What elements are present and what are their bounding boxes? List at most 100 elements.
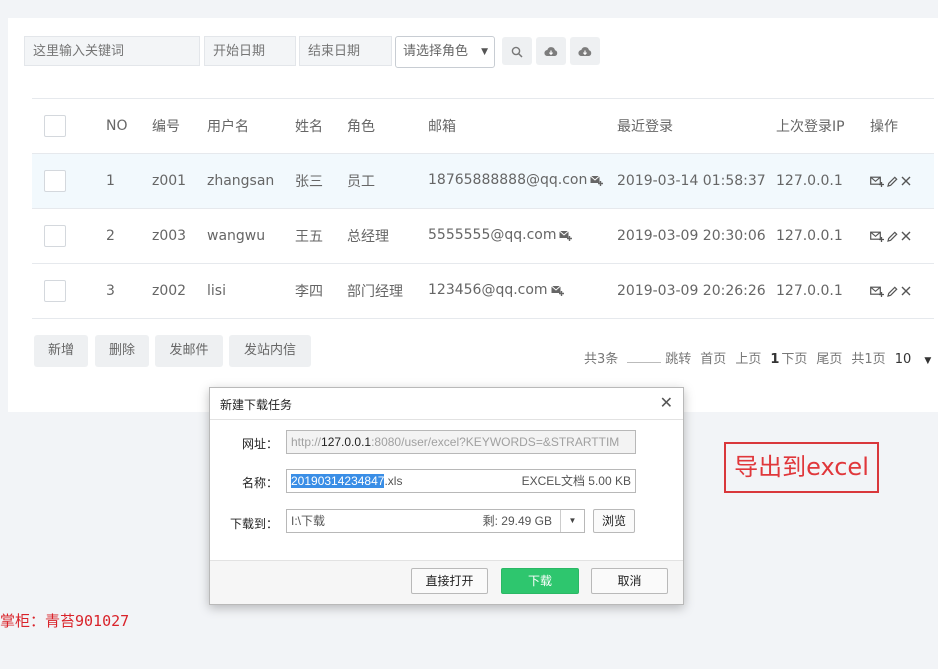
pagination: 共3条 跳转 首页 上页 1 下页 尾页 共1页 10 ▼: [584, 348, 938, 367]
cell-no: 2: [106, 228, 115, 244]
cell-role: 员工: [347, 174, 375, 190]
table-header-row: NO 编号 用户名 姓名 角色 邮箱 最近登录 上次登录IP 操作: [32, 98, 934, 154]
cell-name: 李四: [295, 284, 323, 300]
cell-actions: [870, 154, 934, 209]
cell-last-login: 2019-03-14 01:58:37: [617, 173, 766, 189]
url-host: 127.0.0.1: [321, 435, 372, 449]
cell-code: z002: [152, 283, 187, 299]
row-checkbox[interactable]: [44, 225, 66, 247]
pager-last[interactable]: 尾页: [816, 348, 842, 367]
cell-ip: 127.0.0.1: [776, 283, 843, 299]
send-mail-icon[interactable]: [550, 284, 564, 300]
pencil-icon[interactable]: [887, 175, 898, 187]
pager-current: 1: [770, 352, 780, 367]
row-checkbox[interactable]: [44, 280, 66, 302]
table-row[interactable]: 3 z002 lisi 李四 部门经理 123456@qq.com 2019-0…: [32, 264, 934, 319]
chevron-down-icon[interactable]: ▼: [560, 510, 584, 532]
close-icon[interactable]: [901, 231, 911, 241]
caret-down-icon: ▼: [924, 356, 932, 366]
mail-plus-icon[interactable]: [870, 286, 884, 297]
send-mail-icon[interactable]: [590, 174, 604, 190]
pager-next[interactable]: 下页: [781, 348, 807, 367]
select-all-checkbox[interactable]: [44, 115, 66, 137]
pager-pages: 共1页: [851, 352, 886, 367]
cell-name: 张三: [295, 174, 323, 190]
col-header-last-login: 最近登录: [617, 119, 673, 135]
cell-email: 123456@qq.com: [428, 264, 617, 319]
search-button[interactable]: [502, 37, 532, 65]
cell-username: wangwu: [207, 228, 266, 244]
mail-plus-icon[interactable]: [870, 231, 884, 242]
role-select[interactable]: 请选择角色 ▼: [395, 36, 495, 68]
role-select-value: 请选择角色: [403, 44, 469, 59]
save-path: I:\下载: [291, 514, 326, 528]
col-header-actions: 操作: [870, 119, 898, 135]
email-text: 123456@qq.com: [428, 282, 548, 298]
mail-plus-icon[interactable]: [870, 176, 884, 187]
cell-username: zhangsan: [207, 173, 275, 189]
filename-selected: 20190314234847: [291, 474, 385, 488]
cell-role: 部门经理: [347, 284, 403, 300]
close-icon[interactable]: [901, 176, 911, 186]
save-to-label: 下载到：: [229, 517, 278, 531]
user-table: NO 编号 用户名 姓名 角色 邮箱 最近登录 上次登录IP 操作 1 z001…: [32, 98, 934, 319]
download-button[interactable]: 下载: [501, 568, 579, 594]
page-size-value: 10: [894, 352, 912, 367]
pencil-icon[interactable]: [887, 230, 898, 242]
cell-actions: [870, 264, 934, 319]
dialog-body: 网址： http://127.0.0.1:8080/user/excel?KEY…: [210, 419, 683, 560]
add-button[interactable]: 新增: [34, 335, 88, 367]
cell-ip: 127.0.0.1: [776, 173, 843, 189]
cell-no: 1: [106, 173, 115, 189]
dialog-footer: 直接打开 下载 取消: [210, 560, 683, 604]
cell-email: 18765888888@qq.con: [428, 154, 617, 209]
end-date-input[interactable]: [299, 36, 392, 66]
annotation-label: 导出到excel: [724, 442, 879, 493]
save-path-field[interactable]: I:\下载 剩: 29.49 GB ▼: [286, 509, 585, 533]
col-header-username: 用户名: [207, 119, 249, 135]
page-size-select[interactable]: 10 ▼: [895, 352, 938, 367]
send-message-button[interactable]: 发站内信: [229, 335, 311, 367]
pager-first[interactable]: 首页: [700, 348, 726, 367]
cell-last-login: 2019-03-09 20:30:06: [617, 228, 766, 244]
user-management-panel: 请选择角色 ▼ NO 编号 用户名 姓名 角色 邮箱 最近登录: [8, 18, 938, 412]
cloud-download-icon: [544, 47, 558, 57]
browse-button[interactable]: 浏览: [593, 509, 635, 533]
send-mail-button[interactable]: 发邮件: [155, 335, 223, 367]
keyword-input[interactable]: [24, 36, 200, 66]
pager-prev[interactable]: 上页: [735, 348, 761, 367]
email-text: 5555555@qq.com: [428, 227, 557, 243]
open-direct-button[interactable]: 直接打开: [411, 568, 488, 594]
filename-field[interactable]: 20190314234847.xls EXCEL文档 5.00 KB: [286, 469, 636, 493]
start-date-input[interactable]: [204, 36, 296, 66]
export-button-2[interactable]: [570, 37, 600, 65]
url-field[interactable]: http://127.0.0.1:8080/user/excel?KEYWORD…: [286, 430, 636, 454]
row-checkbox[interactable]: [44, 170, 66, 192]
pager-jump-input[interactable]: [627, 351, 662, 363]
free-space: 剩: 29.49 GB: [482, 514, 552, 528]
close-icon[interactable]: ✕: [660, 393, 673, 413]
col-header-no: NO: [106, 118, 128, 134]
url-prefix: http://: [291, 435, 322, 449]
url-label: 网址：: [241, 437, 278, 451]
caret-down-icon: ▼: [481, 47, 488, 57]
cell-name: 王五: [295, 229, 323, 245]
dialog-title: 新建下载任务: [220, 398, 293, 412]
url-rest: :8080/user/excel?KEYWORDS=&STRARTTIM: [371, 435, 620, 449]
cancel-button[interactable]: 取消: [591, 568, 668, 594]
send-mail-icon[interactable]: [559, 229, 573, 245]
col-header-email: 邮箱: [428, 119, 456, 135]
search-icon: [511, 46, 523, 58]
table-row[interactable]: 1 z001 zhangsan 张三 员工 18765888888@qq.con…: [32, 153, 934, 209]
pencil-icon[interactable]: [887, 285, 898, 297]
export-excel-button[interactable]: [536, 37, 566, 65]
cell-actions: [870, 209, 934, 264]
download-dialog: 新建下载任务 ✕ 网址： http://127.0.0.1:8080/user/…: [209, 387, 684, 605]
pager-jump-button[interactable]: 跳转: [665, 348, 691, 367]
filename-label: 名称：: [241, 476, 278, 490]
cloud-download-icon: [578, 47, 592, 57]
close-icon[interactable]: [901, 286, 911, 296]
delete-button[interactable]: 删除: [95, 335, 149, 367]
email-text: 18765888888@qq.con: [428, 172, 588, 188]
table-row[interactable]: 2 z003 wangwu 王五 总经理 5555555@qq.com 2019…: [32, 209, 934, 264]
